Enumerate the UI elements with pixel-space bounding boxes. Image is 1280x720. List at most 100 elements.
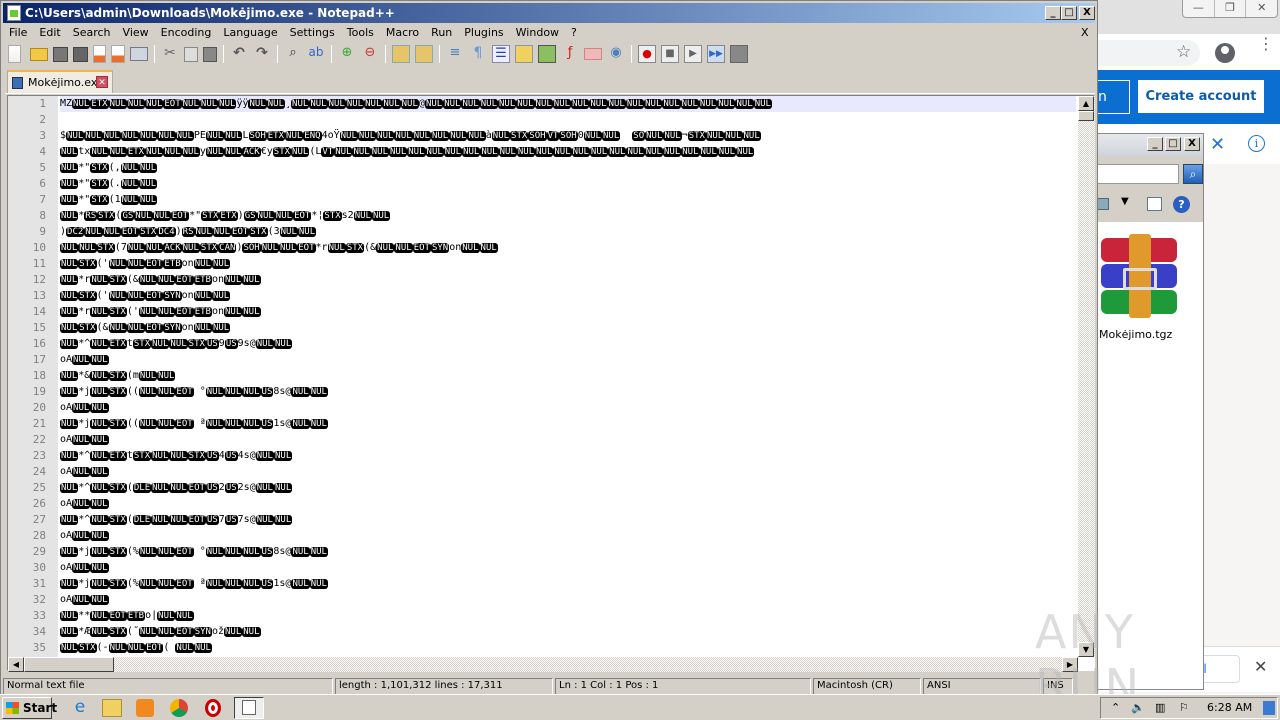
tray-expand-icon[interactable]: ⌃ xyxy=(1111,701,1120,714)
save-all-icon[interactable] xyxy=(73,46,88,62)
text-line[interactable]: NUL*&NUL STX(mNUL NUL xyxy=(60,368,1076,384)
udl-icon[interactable] xyxy=(515,45,533,63)
menu-view[interactable]: View xyxy=(117,23,155,42)
menu-macro[interactable]: Macro xyxy=(380,23,425,42)
notepad-plus-plus-taskbar-button[interactable] xyxy=(234,697,264,719)
explorer-minimize-button[interactable]: _ xyxy=(1147,137,1163,151)
browser-restore-button[interactable]: ❐ xyxy=(1215,0,1247,17)
menu-language[interactable]: Language xyxy=(217,23,283,42)
network-icon[interactable]: ▥ xyxy=(1155,701,1165,714)
close-button[interactable]: X xyxy=(1079,6,1095,20)
replace-icon[interactable]: ab xyxy=(307,45,325,63)
function-list-icon[interactable]: ƒ xyxy=(561,45,579,63)
text-line[interactable]: NUL*^NUL ETXtSTX NUL NUL STX US9US9s@NUL NUL xyxy=(60,336,1076,352)
media-player-icon[interactable] xyxy=(136,699,154,717)
open-file-icon[interactable] xyxy=(30,47,48,61)
macro-run-multiple-icon[interactable]: ▶▶ xyxy=(707,45,725,63)
close-document-button[interactable]: X xyxy=(1081,26,1089,39)
start-button[interactable]: Start xyxy=(2,697,57,719)
macro-save-icon[interactable] xyxy=(730,45,748,63)
views-icon[interactable] xyxy=(1097,198,1109,210)
menu-edit[interactable]: Edit xyxy=(33,23,66,42)
text-line[interactable]: NUL**NUL EOT ETBo|NUL NUL xyxy=(60,608,1076,624)
explorer-search-input[interactable] xyxy=(1091,164,1179,184)
text-line[interactable]: oANUL NUL xyxy=(60,592,1076,608)
text-line[interactable]: oANUL NUL xyxy=(60,560,1076,576)
find-icon[interactable]: ⌕ xyxy=(284,45,302,63)
internet-explorer-icon[interactable]: e xyxy=(68,697,92,719)
browser-menu-icon[interactable]: ⋮ xyxy=(1258,36,1274,52)
text-line[interactable]: NUL*"STX(1NUL NUL xyxy=(60,192,1076,208)
save-icon[interactable] xyxy=(53,46,68,62)
dismiss-icon[interactable]: ✕ xyxy=(1210,134,1225,155)
browser-minimize-button[interactable]: — xyxy=(1183,0,1215,17)
scroll-left-icon[interactable]: ◀ xyxy=(8,657,24,672)
horizontal-scrollbar[interactable]: ◀ ▶ xyxy=(8,657,1078,672)
macro-record-icon[interactable]: ● xyxy=(638,45,656,63)
undo-icon[interactable]: ↶ xyxy=(230,45,248,63)
new-file-icon[interactable] xyxy=(8,45,21,63)
scroll-up-icon[interactable]: ▲ xyxy=(1078,96,1094,111)
close-icon[interactable] xyxy=(93,45,106,63)
text-line[interactable]: oANUL NUL xyxy=(60,400,1076,416)
text-line[interactable]: NUL NUL STX(7NUL NUL ACK NUL STX CAN)SOH NUL NUL E… xyxy=(60,240,1076,256)
sign-in-button[interactable]: n xyxy=(1098,80,1130,114)
volume-icon[interactable]: 🔈 xyxy=(1131,701,1145,714)
text-line[interactable]: NUL*jNUL STX(%NUL NUL EOT °NUL NUL NUL US8s@NU… xyxy=(60,544,1076,560)
editor-text[interactable]: MZNUL ETX NUL NUL NUL EOT NUL NUL NULÿÿNUL NUL¸NU… xyxy=(60,96,1076,657)
text-line[interactable]: oANUL NUL xyxy=(60,528,1076,544)
show-all-chars-icon[interactable]: ¶ xyxy=(469,45,487,63)
text-line[interactable]: NULtxNUL NUL ETX NUL NUL NULyNUL NUL ACK€ySTX NU… xyxy=(60,144,1076,160)
menu-help[interactable]: ? xyxy=(565,23,583,42)
show-desktop-icon[interactable] xyxy=(1263,701,1275,715)
text-line[interactable]: NUL STX('NUL NUL EOT SYNonNUL NUL xyxy=(60,288,1076,304)
menu-search[interactable]: Search xyxy=(67,23,117,42)
print-icon[interactable] xyxy=(130,47,148,61)
redo-icon[interactable]: ↷ xyxy=(253,45,271,63)
text-line[interactable]: NUL STX(-NUL NUL EOT( NUL NUL xyxy=(60,640,1076,656)
text-line[interactable]: NUL*^NUL STX(DLE NUL NUL EOT US2US2s@NUL NUL xyxy=(60,480,1076,496)
text-line[interactable]: NUL*rNUL STX('NUL NUL EOT ETBonNUL NUL xyxy=(60,304,1076,320)
vertical-scroll-thumb[interactable] xyxy=(1078,111,1094,121)
folder-workspace-icon[interactable] xyxy=(584,48,602,60)
text-line[interactable] xyxy=(60,112,1076,128)
info-icon[interactable]: i xyxy=(1248,135,1265,152)
text-line[interactable]: NUL*^NUL ETXtSTX NUL NUL STX US4US4s@NUL NUL xyxy=(60,448,1076,464)
text-line[interactable]: oANUL NUL xyxy=(60,496,1076,512)
doc-map-icon[interactable] xyxy=(538,45,556,63)
browser-close-button[interactable]: ✕ xyxy=(1246,0,1277,17)
create-account-button[interactable]: Create account xyxy=(1138,80,1264,113)
text-line[interactable]: NUL*jNUL STX((NUL NUL EOT ªNUL NUL NUL US1s@NU… xyxy=(60,416,1076,432)
text-line[interactable]: oANUL NUL xyxy=(60,352,1076,368)
chrome-icon[interactable] xyxy=(170,699,188,717)
word-wrap-icon[interactable]: ≡ xyxy=(446,45,464,63)
tab-mokejimo-exe[interactable]: Mokėjimo.exe ✕ xyxy=(7,70,113,93)
vertical-scrollbar[interactable]: ▲ ▼ xyxy=(1078,96,1095,657)
text-line[interactable]: )DC2 NUL NUL EOT STX DC4)RS NUL NUL EOT STX(3NUL N… xyxy=(60,224,1076,240)
text-line[interactable]: NUL*rNUL STX(&NUL NUL EOT ETBonNUL NUL xyxy=(60,272,1076,288)
text-line[interactable]: NUL*^NUL STX(DLE NUL NUL EOT US7US7s@NUL NUL xyxy=(60,512,1076,528)
horizontal-scroll-thumb[interactable] xyxy=(24,657,114,672)
macro-stop-icon[interactable]: ■ xyxy=(661,45,679,63)
editor-area[interactable]: 1 2 3 4 5 6 7 8 9 10 11 12 13 14 15 16 17 18 19 20 21 22 23 24 2… xyxy=(7,95,1095,672)
scroll-down-icon[interactable]: ▼ xyxy=(1078,642,1094,657)
menu-plugins[interactable]: Plugins xyxy=(458,23,509,42)
zoom-in-icon[interactable]: ⊕ xyxy=(338,45,356,63)
scroll-right-icon[interactable]: ▶ xyxy=(1062,657,1078,672)
help-icon[interactable]: ? xyxy=(1173,196,1190,213)
clock[interactable]: 6:28 AM xyxy=(1207,701,1252,714)
tab-close-icon[interactable]: ✕ xyxy=(96,76,108,88)
text-line[interactable]: NUL*jNUL STX((NUL NUL EOT °NUL NUL NUL US8s@NU… xyxy=(60,384,1076,400)
indent-guide-icon[interactable]: ☰ xyxy=(492,45,510,63)
text-line[interactable]: NUL*"STX(.NUL NUL xyxy=(60,176,1076,192)
text-line[interactable]: oANUL NUL xyxy=(60,464,1076,480)
profile-avatar-icon[interactable] xyxy=(1215,43,1235,63)
menu-file[interactable]: File xyxy=(3,23,33,42)
text-line[interactable]: oANUL NUL xyxy=(60,432,1076,448)
menu-run[interactable]: Run xyxy=(425,23,458,42)
monitor-icon[interactable]: ◉ xyxy=(607,45,625,63)
explorer-maximize-button[interactable]: □ xyxy=(1165,137,1181,151)
sync-vertical-icon[interactable] xyxy=(392,45,410,63)
file-explorer-icon[interactable] xyxy=(102,699,122,717)
text-line[interactable]: NUL STX('NUL NUL EOT ETBonNUL NUL xyxy=(60,256,1076,272)
